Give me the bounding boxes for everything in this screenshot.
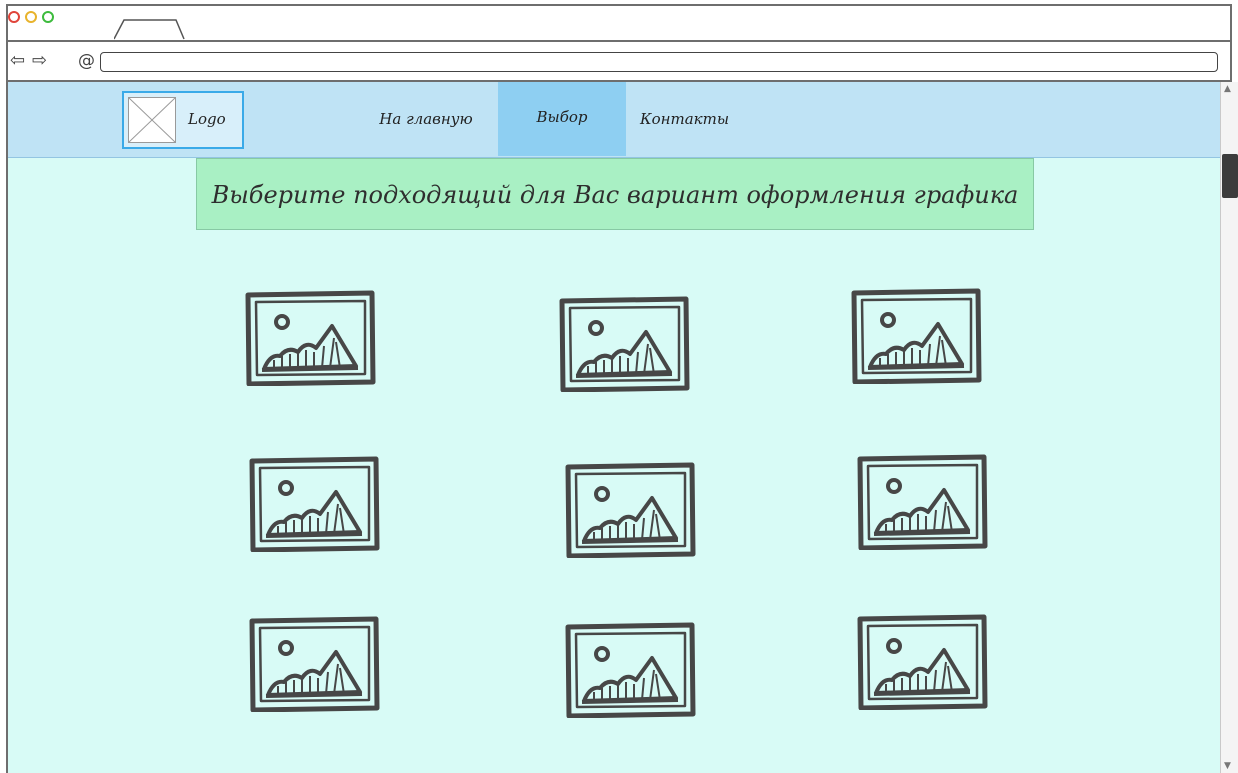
nav-home[interactable]: На главную bbox=[354, 82, 498, 156]
image-icon bbox=[249, 616, 380, 713]
scrollbar[interactable]: ▲ ▼ bbox=[1220, 82, 1238, 773]
image-icon bbox=[851, 288, 982, 385]
maximize-window-icon[interactable] bbox=[42, 11, 54, 23]
close-window-icon[interactable] bbox=[8, 11, 20, 23]
back-arrow-icon[interactable]: ⇦ bbox=[10, 52, 25, 70]
url-input[interactable] bbox=[100, 52, 1218, 72]
image-icon bbox=[857, 454, 988, 551]
scroll-up-icon[interactable]: ▲ bbox=[1224, 84, 1231, 94]
gallery-image-8[interactable] bbox=[564, 622, 696, 719]
gallery-image-6[interactable] bbox=[856, 454, 988, 551]
gallery-image-1[interactable] bbox=[244, 290, 376, 387]
site-header: Logo На главную Выбор Контакты bbox=[8, 82, 1220, 158]
image-icon bbox=[857, 614, 988, 711]
image-icon bbox=[565, 462, 696, 559]
gallery-image-4[interactable] bbox=[248, 456, 380, 553]
image-icon bbox=[249, 456, 380, 553]
forward-arrow-icon[interactable]: ⇨ bbox=[32, 52, 47, 70]
gallery-image-2[interactable] bbox=[558, 296, 690, 393]
page-viewport: Logo На главную Выбор Контакты Выберите … bbox=[8, 82, 1220, 773]
nav-contacts[interactable]: Контакты bbox=[626, 82, 756, 156]
scroll-thumb[interactable] bbox=[1222, 154, 1238, 198]
browser-toolbar: ⇦ ⇨ @ bbox=[8, 42, 1230, 82]
browser-titlebar bbox=[8, 6, 1230, 42]
browser-tab[interactable] bbox=[114, 18, 186, 40]
image-icon bbox=[245, 290, 376, 387]
image-placeholder-icon bbox=[128, 97, 176, 143]
gallery-image-5[interactable] bbox=[564, 462, 696, 559]
gallery-image-3[interactable] bbox=[850, 288, 982, 385]
page-heading: Выберите подходящий для Вас вариант офор… bbox=[196, 158, 1034, 230]
reload-icon[interactable]: @ bbox=[78, 51, 95, 71]
minimize-window-icon[interactable] bbox=[25, 11, 37, 23]
logo-label: Logo bbox=[188, 110, 226, 128]
gallery-image-9[interactable] bbox=[856, 614, 988, 711]
image-icon bbox=[565, 622, 696, 719]
image-icon bbox=[559, 296, 690, 393]
gallery-image-7[interactable] bbox=[248, 616, 380, 713]
logo[interactable]: Logo bbox=[122, 91, 244, 149]
nav-choice[interactable]: Выбор bbox=[498, 82, 626, 156]
scroll-down-icon[interactable]: ▼ bbox=[1224, 761, 1231, 771]
